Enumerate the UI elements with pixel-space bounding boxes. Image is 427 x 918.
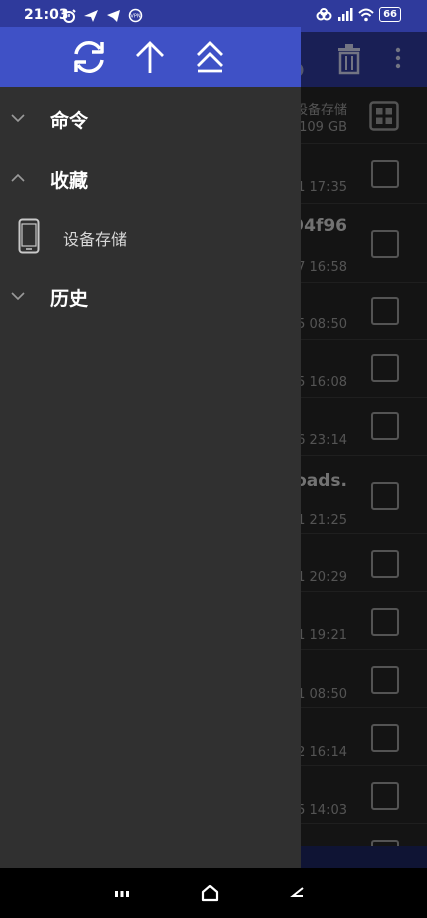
favorite-item-label: 设备存储 xyxy=(63,230,128,249)
status-left-icons: VPN xyxy=(62,8,143,23)
group-commands-label: 命令 xyxy=(50,110,89,132)
svg-text:VPN: VPN xyxy=(130,14,140,20)
back-icon[interactable] xyxy=(288,882,308,904)
chevron-up-icon xyxy=(11,173,25,182)
refresh-icon[interactable] xyxy=(69,37,109,77)
telegram-icon xyxy=(107,9,120,22)
arrow-up-icon[interactable] xyxy=(130,37,170,77)
chevron-down-icon xyxy=(11,114,25,123)
send-icon xyxy=(84,9,98,22)
favorite-item-device-storage[interactable]: 设备存储 xyxy=(0,214,301,260)
vpn-icon: VPN xyxy=(128,8,143,23)
status-right-icons: 66 xyxy=(316,7,401,22)
recents-icon[interactable] xyxy=(113,882,131,904)
drawer-header xyxy=(0,27,301,87)
wifi-icon xyxy=(358,8,374,21)
phone-icon xyxy=(18,218,40,254)
signal-icon xyxy=(338,7,353,21)
group-history[interactable]: 历史 xyxy=(0,276,301,316)
system-nav-bar xyxy=(0,868,427,918)
group-favorites[interactable]: 收藏 xyxy=(0,158,301,198)
screen: 21:03 VPN 66 设备存储 109 GB 21 17:35 94f96 … xyxy=(0,0,427,918)
alarm-icon xyxy=(62,8,76,23)
home-icon[interactable] xyxy=(200,882,220,904)
group-history-label: 历史 xyxy=(50,288,89,310)
battery-icon: 66 xyxy=(379,7,401,22)
double-chevron-up-icon[interactable] xyxy=(190,37,230,77)
group-commands[interactable]: 命令 xyxy=(0,98,301,138)
chevron-down-icon xyxy=(11,292,25,301)
navigation-drawer: 命令 收藏 设备存储 历史 xyxy=(0,27,301,868)
link-icon xyxy=(316,7,332,20)
group-favorites-label: 收藏 xyxy=(50,170,89,192)
